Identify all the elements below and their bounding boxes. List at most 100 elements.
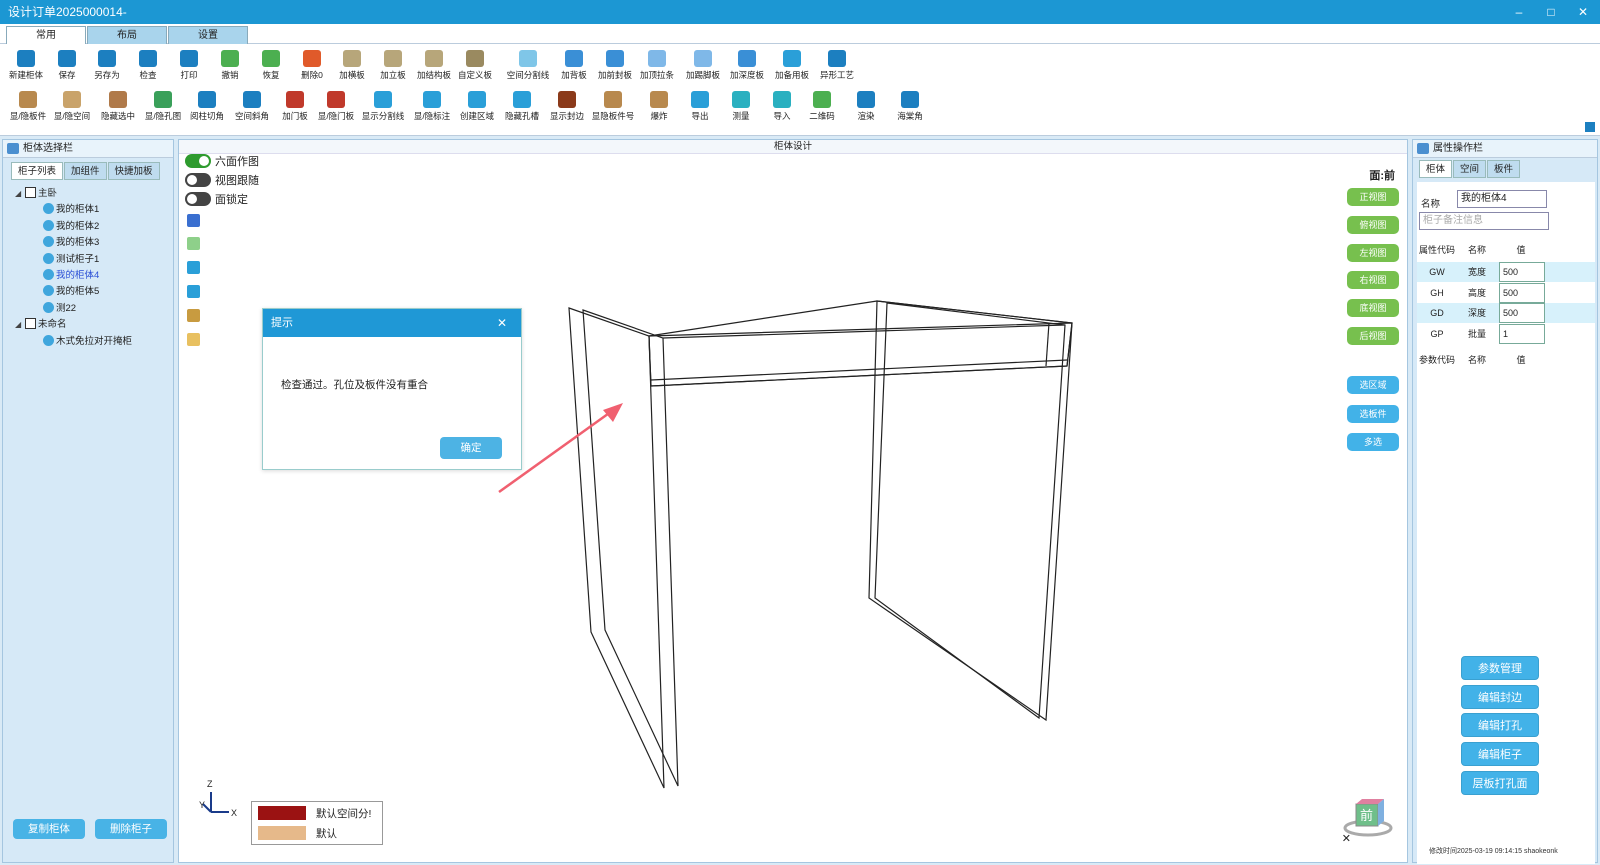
ribbon-button[interactable]: 显/隐门板: [314, 91, 358, 122]
ribbon-button[interactable]: 显/隐孔图: [141, 91, 185, 122]
cabinet-wireframe[interactable]: [179, 140, 1409, 864]
new-cabinet-icon: [17, 50, 35, 67]
view-cube-label: 前: [1360, 808, 1374, 823]
edit-edge-button[interactable]: 编辑封边: [1461, 685, 1539, 709]
ribbon-button[interactable]: 加横板: [330, 50, 374, 81]
axis-x-label: X: [231, 808, 238, 818]
dialog-close-button[interactable]: ✕: [497, 309, 507, 337]
tab-cabinet-list[interactable]: 柜子列表: [11, 162, 64, 180]
tab-common[interactable]: 常用: [6, 26, 86, 44]
folder-icon: [25, 318, 36, 330]
ribbon-button[interactable]: 显示封边: [545, 91, 589, 122]
ribbon-button[interactable]: 加顶拉条: [635, 50, 679, 81]
tree-item[interactable]: 我的柜体4: [43, 268, 99, 284]
ribbon-button[interactable]: 加背板: [552, 50, 596, 81]
delete-icon: [303, 50, 321, 67]
tab-cabinet[interactable]: 柜体: [1419, 160, 1453, 178]
ribbon-button[interactable]: 检查: [126, 50, 170, 81]
ribbon-button[interactable]: 导入: [760, 91, 804, 122]
tab-settings[interactable]: 设置: [168, 26, 248, 44]
ribbon-button[interactable]: 显/隐标注: [410, 91, 454, 122]
tab-quick-board[interactable]: 快捷加板: [107, 162, 160, 180]
param-manage-button[interactable]: 参数管理: [1461, 656, 1539, 680]
redo-icon: [262, 50, 280, 67]
close-window-button[interactable]: ✕: [1576, 0, 1590, 24]
ribbon-button[interactable]: 显/隐板件: [6, 91, 50, 122]
tree-item[interactable]: 我的柜体2: [43, 219, 99, 235]
expand-icon[interactable]: ◢: [15, 317, 25, 333]
ribbon-button[interactable]: 加立板: [371, 50, 415, 81]
grid-menu-icon[interactable]: [1585, 122, 1595, 132]
ribbon-button[interactable]: 删除0: [290, 50, 334, 81]
ribbon-button[interactable]: 异形工艺: [815, 50, 859, 81]
ribbon-button[interactable]: 加结构板: [412, 50, 456, 81]
ribbon-button[interactable]: 自定义板: [453, 50, 497, 81]
ribbon-button[interactable]: 爆炸: [637, 91, 681, 122]
tree-item[interactable]: 测试柜子1: [43, 252, 99, 268]
tab-layout[interactable]: 布局: [87, 26, 167, 44]
tree-item[interactable]: 木式免拉对开掩柜: [43, 334, 132, 350]
tab-board[interactable]: 板件: [1487, 160, 1521, 178]
ribbon-button[interactable]: 渲染: [844, 91, 888, 122]
tab-space[interactable]: 空间: [1453, 160, 1487, 178]
cabinet-icon: [43, 219, 54, 231]
delete-cabinet-button[interactable]: 删除柜子: [95, 819, 167, 839]
dialog-ok-button[interactable]: 确定: [440, 437, 502, 459]
attr-value-input[interactable]: 1: [1499, 323, 1545, 344]
ribbon-button[interactable]: 创建区域: [455, 91, 499, 122]
tree-item[interactable]: 我的柜体1: [43, 202, 99, 218]
attr-value-input[interactable]: 500: [1499, 262, 1545, 282]
dialog-message: 检查通过。孔位及板件没有重合: [281, 379, 428, 391]
ribbon-button[interactable]: 隐藏选中: [96, 91, 140, 122]
tree-label: 测22: [56, 302, 77, 314]
ribbon-button[interactable]: 显隐板件号: [591, 91, 635, 122]
ribbon-button[interactable]: 显/隐空间: [50, 91, 94, 122]
top-board-bottom: [650, 365, 1068, 387]
attr-code: GH: [1430, 287, 1444, 298]
ribbon-button[interactable]: 加踢脚板: [681, 50, 725, 81]
ribbon-button[interactable]: 保存: [45, 50, 89, 81]
ribbon-button[interactable]: 空间斜角: [230, 91, 274, 122]
ribbon-button[interactable]: 阅柱切角: [185, 91, 229, 122]
ribbon-button[interactable]: 另存为: [85, 50, 129, 81]
tree-item[interactable]: 我的柜体3: [43, 235, 99, 251]
shelf-hole-face-button[interactable]: 层板打孔面: [1461, 771, 1539, 795]
ribbon-button[interactable]: 新建柜体: [4, 50, 48, 81]
tab-add-component[interactable]: 加组件: [64, 162, 107, 180]
copy-cabinet-button[interactable]: 复制柜体: [13, 819, 85, 839]
expand-icon[interactable]: ◢: [15, 186, 25, 202]
ribbon-button[interactable]: 导出: [678, 91, 722, 122]
ribbon-button[interactable]: 加深度板: [725, 50, 769, 81]
cabinet-icon: [43, 236, 54, 248]
tree-folder[interactable]: ◢ 未命名: [15, 317, 67, 333]
ribbon-button[interactable]: 打印: [167, 50, 211, 81]
attr-value-input[interactable]: 500: [1499, 282, 1545, 303]
tree-item[interactable]: 测22: [43, 301, 76, 317]
axis-y-label: Y: [199, 800, 206, 810]
ribbon-button-label: 空间分割线: [506, 70, 550, 80]
ribbon-button[interactable]: 加门板: [273, 91, 317, 122]
ribbon-button-label: 异形工艺: [819, 70, 854, 80]
ribbon-button[interactable]: 测量: [719, 91, 763, 122]
attr-code: GP: [1430, 328, 1444, 339]
ribbon-button[interactable]: 显示分割线: [361, 91, 405, 122]
tree-item[interactable]: 我的柜体5: [43, 284, 99, 300]
name-field[interactable]: 我的柜体4: [1457, 190, 1547, 208]
ribbon-button[interactable]: 海棠角: [888, 91, 932, 122]
design-canvas[interactable]: 柜体设计 六面作图 视图跟随 面锁定 面:前 正视图 俯视图 左视图 右视图 底…: [178, 139, 1408, 863]
ribbon-button[interactable]: 空间分割线: [506, 50, 550, 81]
ribbon-button[interactable]: 加前封板: [593, 50, 637, 81]
ribbon-button[interactable]: 撤销: [208, 50, 252, 81]
ribbon-button[interactable]: 二维码: [800, 91, 844, 122]
minimize-button[interactable]: –: [1512, 0, 1526, 24]
edit-cabinet-button[interactable]: 编辑柜子: [1461, 742, 1539, 766]
edit-hole-button[interactable]: 编辑打孔: [1461, 713, 1539, 737]
remark-field[interactable]: 柜子备注信息: [1419, 212, 1549, 230]
attr-value-input[interactable]: 500: [1499, 303, 1545, 323]
ribbon-button[interactable]: 隐藏孔槽: [500, 91, 544, 122]
view-cube[interactable]: 前: [1343, 798, 1393, 838]
maximize-button[interactable]: □: [1544, 0, 1558, 24]
ribbon-button[interactable]: 恢复: [249, 50, 293, 81]
tree-folder[interactable]: ◢ 主卧: [15, 186, 57, 202]
ribbon-button[interactable]: 加备用板: [770, 50, 814, 81]
